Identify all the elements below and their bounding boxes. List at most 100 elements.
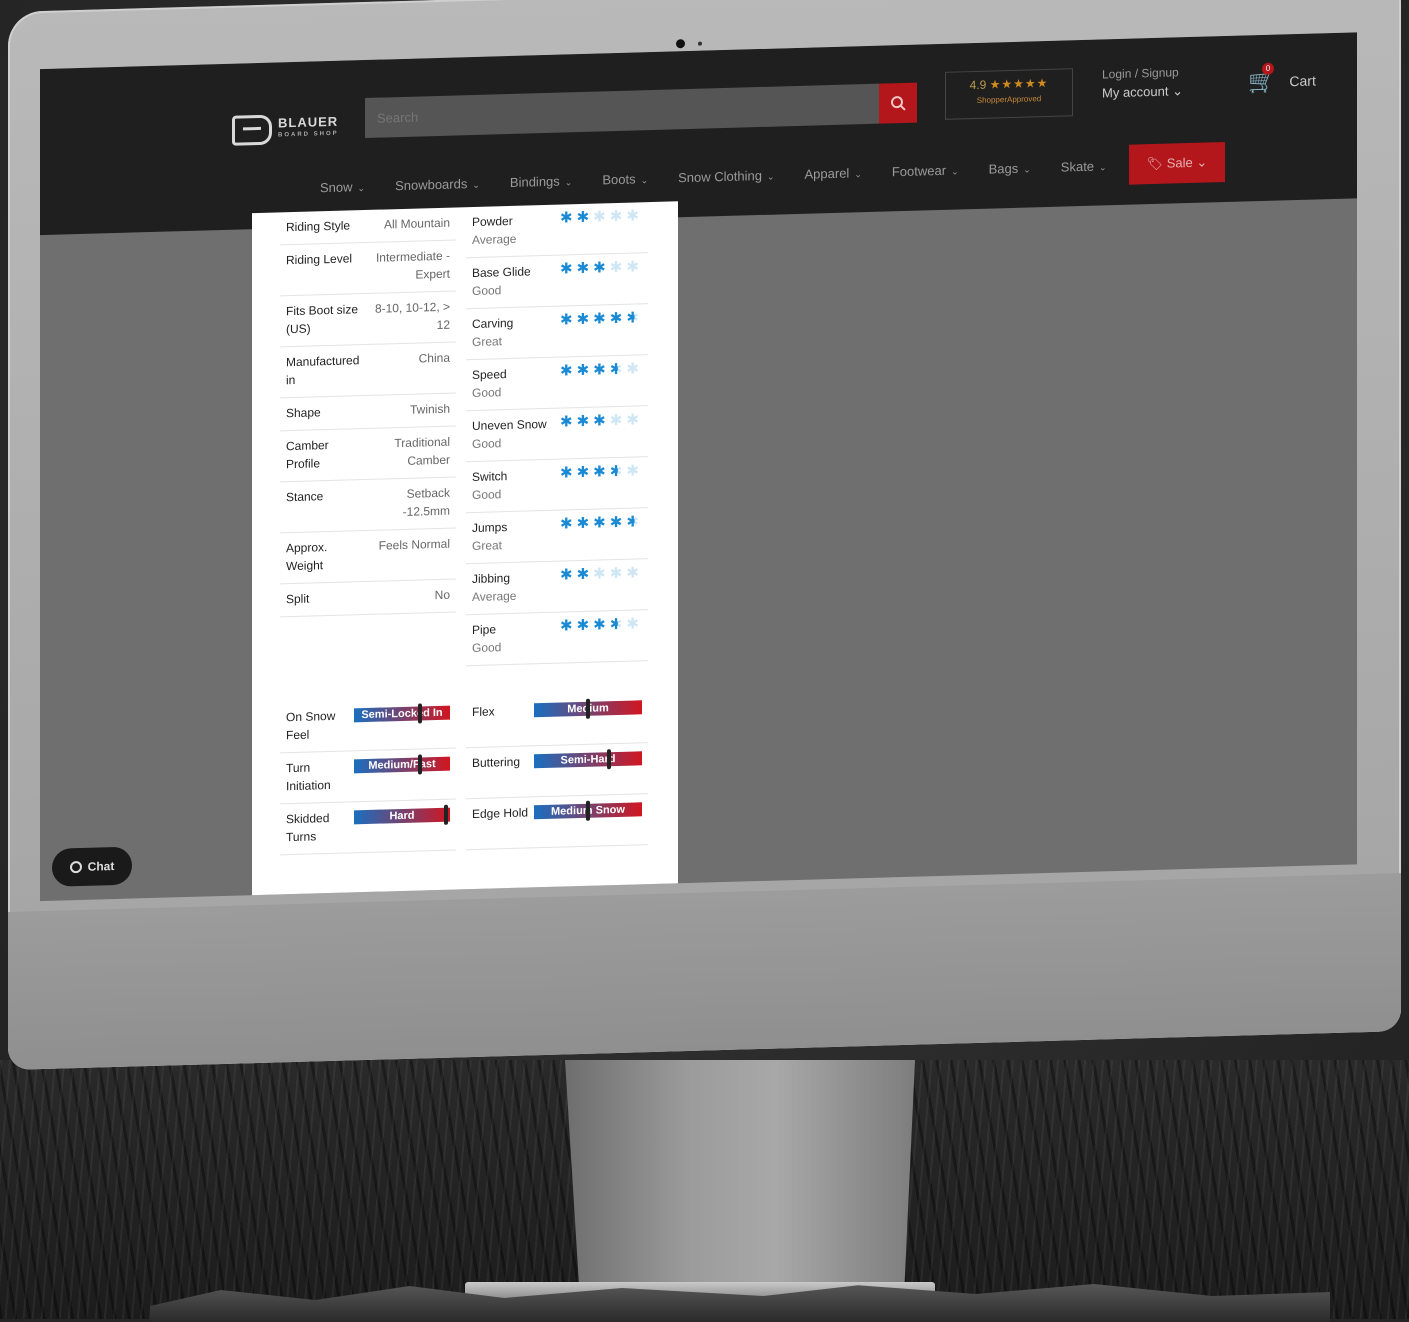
snowflake-icon: ✱ [626,207,643,225]
spec-label: Stance [286,489,324,505]
spec-label: Approx. Weight [286,540,328,574]
rating-level: Average [472,231,517,248]
nav-item-boots[interactable]: Boots ⌄ [602,171,648,187]
chevron-down-icon: ⌄ [951,165,959,177]
spec-row: Approx. Weight Feels Normal [280,528,456,585]
snowflake-icon: ✱ [626,462,643,480]
snowflake-icon: ✱ [626,258,643,276]
rating-level: Great [472,334,503,350]
rating-level: Good [472,385,502,401]
rating-value: 4.9 [969,77,987,93]
nav-item-bags[interactable]: Bags ⌄ [989,160,1031,176]
snowflake-icon: ✱ [576,310,594,329]
feel-scales-right: Flex Medium Buttering Semi-Hard Edge Hold Med… [466,692,648,851]
rating-row: Uneven Snow Good ✱✱✱✱✱ [466,406,648,463]
screen: BLAUER BOARD SHOP 4.9 ★★★★★ ShopperAppro… [40,32,1357,902]
rating-text: Speed Good [472,364,560,402]
feel-value: Medium/Fast [368,758,436,772]
spec-label: Shape [286,405,321,421]
feel-label: Buttering [472,754,521,771]
spec-value: 8-10, 10-12, > 12 [374,299,450,333]
chevron-down-icon: ⌄ [640,174,649,185]
chevron-down-icon: ⌄ [357,182,366,193]
snowflake-rating-icon: ✱✱✱✱✱ [560,360,643,399]
nav-item-footwear[interactable]: Footwear ⌄ [892,162,959,179]
nav-item-snow[interactable]: Snow ⌄ [320,179,365,195]
feel-scales-left: On Snow Feel Semi-Locked In Turn Initiatio… [280,697,456,856]
spec-row: Stance Setback -12.5mm [280,477,456,534]
rating-row: Carving Great ✱✱✱✱✱ [466,304,648,361]
nav-item-skate[interactable]: Skate ⌄ [1061,158,1107,174]
rating-level: Average [472,588,517,605]
snowflake-icon: ✱ [626,513,643,531]
login-link[interactable]: Login / Signup [1102,65,1183,81]
nav-item-snowboards[interactable]: Snowboards ⌄ [395,175,480,193]
rating-text: Base Glide Good [472,262,560,300]
rating-text: Pipe Good [472,619,560,657]
search-input[interactable] [365,95,859,127]
snowflake-icon: ✱ [560,617,577,635]
snowflake-icon: ✱ [593,361,610,379]
feel-marker [586,698,590,719]
feel-row: Skidded Turns Hard [280,799,456,856]
snowflake-icon: ✱ [560,209,577,227]
logo-icon [232,114,272,146]
snowflake-rating-icon: ✱✱✱✱✱ [560,207,643,246]
rating-text: Jibbing Average [472,568,560,606]
snowflake-icon: ✱ [560,260,577,278]
rating-text: Uneven Snow Good [472,415,560,453]
spec-row: Shape Twinish [280,393,456,432]
snowflake-icon: ✱ [560,362,577,380]
nav-item-apparel[interactable]: Apparel ⌄ [805,165,862,181]
site-logo[interactable]: BLAUER BOARD SHOP [232,113,339,146]
chevron-down-icon: ⌄ [854,168,862,179]
snowflake-icon: ✱ [576,514,594,533]
snowflake-icon: ✱ [560,311,577,329]
feel-marker [418,703,422,724]
rating-level: Great [472,538,503,554]
spec-row: Split No [280,579,456,618]
spec-label: Camber Profile [286,438,329,472]
spec-row: Manufactured in China [280,342,456,399]
snowflake-icon: ✱ [576,259,594,278]
tag-icon: 🏷 [1146,155,1164,172]
cart-icon: 🛒 0 [1248,62,1276,95]
snowflake-rating-icon: ✱✱✱✱✱ [560,309,643,348]
snowflake-icon: ✱ [609,513,627,532]
snowflake-icon: ✱ [576,361,594,380]
monitor-chin [8,873,1401,1070]
nav-item-bindings[interactable]: Bindings ⌄ [510,173,572,189]
snowflake-icon: ✱ [576,616,594,635]
snowflake-icon: ✱ [560,413,577,431]
cart-button[interactable]: 🛒 0 Cart [1248,62,1316,95]
logo-subtext: BOARD SHOP [278,130,339,139]
my-account-link[interactable]: My account [1102,84,1168,101]
account-menu[interactable]: Login / Signup My account ⌄ [1102,65,1183,101]
spec-value: Twinish [409,401,450,417]
spec-label: Fits Boot size (US) [286,302,359,337]
spec-row: Fits Boot size (US) 8-10, 10-12, > 12 [280,291,456,348]
rating-level: Good [472,436,502,452]
spec-label: Manufactured in [286,353,360,388]
spec-value: All Mountain [383,215,450,232]
chat-button[interactable]: Chat [52,846,132,887]
snowflake-icon: ✱ [626,564,643,582]
nav-item-sale[interactable]: 🏷 Sale ⌄ [1128,141,1226,185]
search-button[interactable] [879,82,917,124]
shopper-rating-badge[interactable]: 4.9 ★★★★★ ShopperApproved [945,68,1073,120]
spec-table: Riding Style All Mountain Riding Level Inte… [280,207,456,618]
snowflake-rating-icon: ✱✱✱✱✱ [560,462,643,501]
snowflake-rating-icon: ✱✱✱✱✱ [560,411,643,450]
chevron-down-icon: ⌄ [1196,154,1208,170]
rating-row: Base Glide Good ✱✱✱✱✱ [466,253,648,310]
spec-row: Camber Profile Traditional Camber [280,426,456,483]
spec-value: Intermediate - Expert [375,248,450,282]
spec-value: China [418,350,450,366]
cart-count-badge: 0 [1262,62,1274,75]
snowflake-icon: ✱ [576,208,594,227]
chevron-down-icon: ⌄ [1023,163,1031,175]
rating-level: Good [472,283,502,299]
rating-level: Good [472,640,502,656]
feel-scale-bar: Medium Snow [534,800,642,821]
nav-item-snow-clothing[interactable]: Snow Clothing ⌄ [678,167,774,184]
